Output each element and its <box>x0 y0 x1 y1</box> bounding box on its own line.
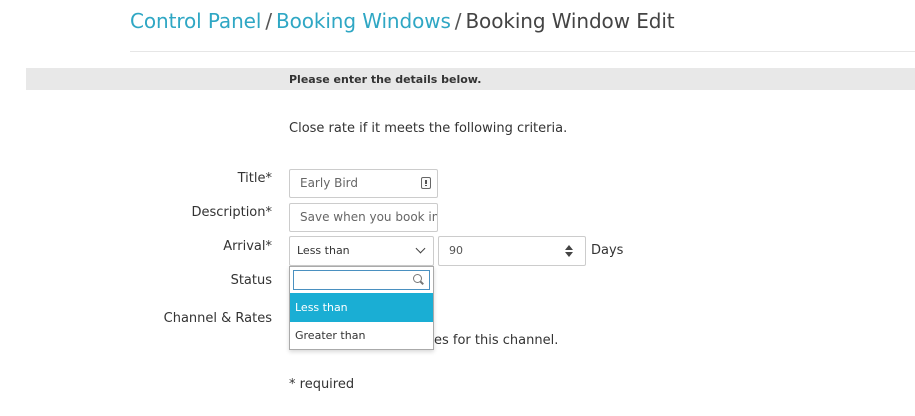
required-note: * required <box>289 377 355 392</box>
number-spinner-icon[interactable] <box>565 245 573 257</box>
arrival-comparison-select[interactable]: Less than <box>289 236 434 266</box>
header-divider <box>130 51 915 52</box>
title-label: Title* <box>237 171 272 186</box>
info-bar: Please enter the details below. <box>26 68 915 90</box>
breadcrumb: Control Panel / Booking Windows / Booking Wi… <box>130 9 675 33</box>
channel-rates-label: Channel & Rates <box>163 311 272 326</box>
spinner-up-icon[interactable] <box>565 245 573 250</box>
description-input[interactable]: Save when you book in <box>289 203 438 232</box>
dropdown-search-input[interactable] <box>293 270 430 290</box>
breadcrumb-current-page: Booking Window Edit <box>465 9 675 33</box>
field-info-icon[interactable] <box>421 177 431 189</box>
breadcrumb-booking-windows-link[interactable]: Booking Windows <box>276 9 451 33</box>
info-bar-text: Please enter the details below. <box>289 73 482 86</box>
description-input-value: Save when you book in <box>300 210 438 224</box>
breadcrumb-control-panel-link[interactable]: Control Panel <box>130 9 261 33</box>
arrival-days-input[interactable]: 90 <box>438 236 586 266</box>
breadcrumb-separator: / <box>265 9 272 33</box>
dropdown-option-greater-than[interactable]: Greater than <box>290 321 433 350</box>
dropdown-option-less-than[interactable]: Less than <box>290 293 433 322</box>
arrival-days-value: 90 <box>449 244 463 257</box>
title-input[interactable]: Early Bird <box>289 169 438 198</box>
title-input-value: Early Bird <box>300 176 359 190</box>
breadcrumb-separator: / <box>454 9 462 33</box>
status-label: Status <box>230 273 272 288</box>
channel-rates-text: es for this channel. <box>434 333 559 348</box>
arrival-dropdown-menu: Less than Greater than <box>289 266 434 350</box>
chevron-down-icon <box>415 243 426 254</box>
description-label: Description* <box>191 205 272 220</box>
arrival-label: Arrival* <box>223 239 272 254</box>
criteria-description: Close rate if it meets the following cri… <box>289 121 568 136</box>
days-unit-label: Days <box>591 243 624 258</box>
arrival-comparison-value: Less than <box>297 244 350 257</box>
spinner-down-icon[interactable] <box>565 252 573 257</box>
search-icon <box>413 274 422 283</box>
